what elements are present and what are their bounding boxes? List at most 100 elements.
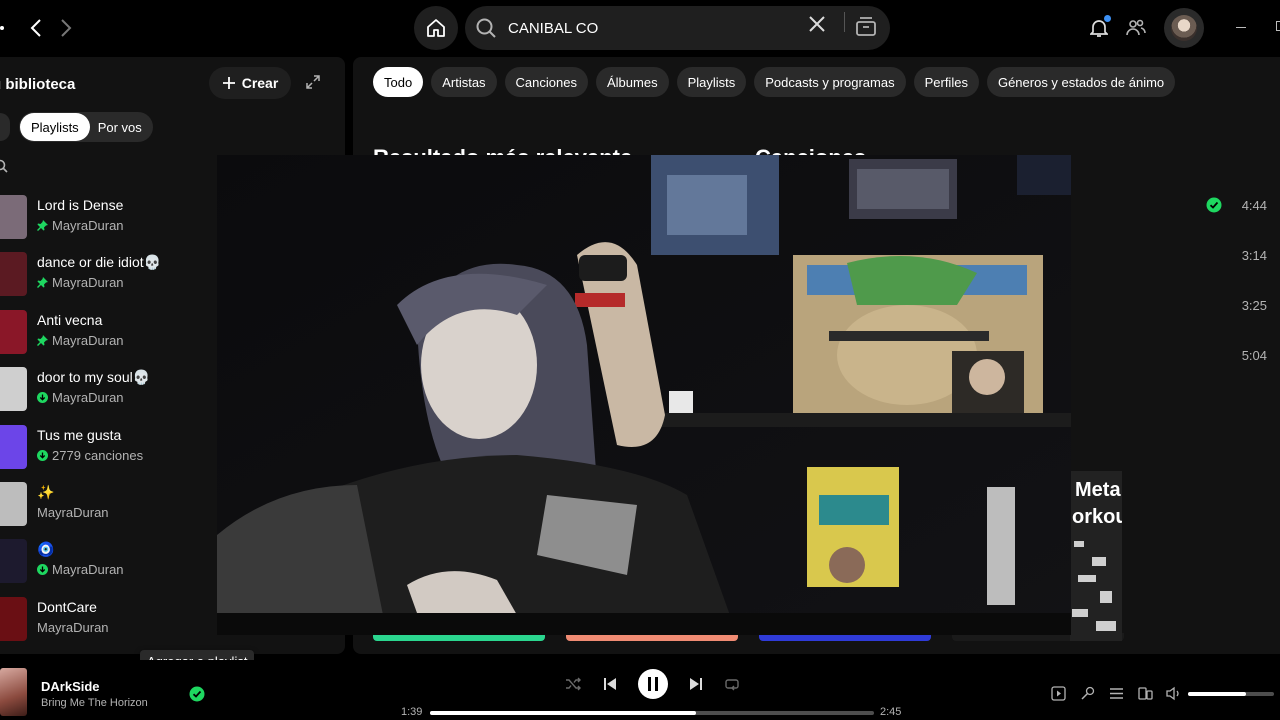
song-duration: 3:25 <box>1241 298 1267 313</box>
create-label: Crear <box>241 75 279 91</box>
playlist-cover <box>0 482 27 526</box>
home-button[interactable] <box>414 6 458 50</box>
song-duration: 4:44 <box>1241 198 1267 213</box>
library-item-name: DontCare <box>37 598 97 615</box>
notification-dot <box>1104 15 1111 22</box>
volume-icon[interactable] <box>1166 686 1182 706</box>
library-item-name: Lord is Dense <box>37 197 124 213</box>
top-bar <box>0 0 1280 56</box>
chevron-right-icon[interactable] <box>54 16 78 40</box>
playlist-card-title[interactable]: 00s Metal Classics <box>759 651 883 654</box>
search-filters: Todo Artistas Canciones Álbumes Playlists Pod… <box>373 67 1176 97</box>
library-item-name: Tus me gusta <box>37 426 122 443</box>
elapsed-time: 1:39 <box>401 706 423 718</box>
library-item-subtitle: MayraDuran <box>37 620 109 635</box>
expand-icon[interactable] <box>305 74 321 95</box>
friends-icon[interactable] <box>1126 18 1146 43</box>
library-item-owner: MayraDuran <box>52 218 124 233</box>
library-item-subtitle: MayraDuran <box>37 218 124 233</box>
filter-chip[interactable]: Podcasts y programas <box>754 67 906 97</box>
library-item-owner: MayraDuran <box>52 562 124 578</box>
close-icon[interactable] <box>808 15 826 38</box>
now-playing-title[interactable]: DArkSide <box>41 679 100 694</box>
downloaded-icon <box>37 564 48 576</box>
browse-icon[interactable] <box>855 16 877 43</box>
playlist-cover <box>0 252 27 297</box>
library-item-subtitle: MayraDuran <box>37 505 109 520</box>
create-button[interactable]: Crear <box>209 67 291 99</box>
pause-button[interactable] <box>638 669 668 699</box>
connect-device-icon[interactable] <box>1138 686 1153 706</box>
downloaded-icon <box>37 449 48 461</box>
library-item-name: 🧿 <box>37 541 55 558</box>
filter-chip[interactable]: Álbumes <box>595 67 669 97</box>
song-duration: 5:04 <box>1241 348 1267 363</box>
library-item-subtitle: MayraDuran <box>37 562 124 577</box>
search-bar[interactable] <box>465 6 890 50</box>
now-playing-bar: DArkSide Bring Me The Horizon 1:39 2:45 <box>0 660 1280 720</box>
volume-slider[interactable] <box>1188 692 1274 696</box>
avatar[interactable] <box>1164 8 1204 48</box>
chip-playlists[interactable]: Playlists <box>20 113 90 141</box>
song-duration: 3:14 <box>1241 248 1267 263</box>
shuffle-icon[interactable] <box>565 676 581 697</box>
home-icon <box>427 19 445 37</box>
library-item-owner: MayraDuran <box>52 332 124 348</box>
saved-check-icon[interactable] <box>1206 197 1222 218</box>
filter-chip[interactable]: Artistas <box>431 67 497 97</box>
playlist-card-title[interactable]: This Is Canibal Co <box>373 651 494 654</box>
library-title[interactable]: u biblioteca <box>0 76 75 93</box>
library-item-owner: MayraDuran <box>52 390 124 406</box>
filter-chip[interactable]: Todo <box>373 67 424 97</box>
next-icon[interactable] <box>688 676 704 697</box>
now-playing-artist[interactable]: Bring Me The Horizon <box>41 697 148 709</box>
playlist-cover <box>0 309 27 354</box>
library-item-owner: MayraDuran <box>37 619 109 635</box>
downloaded-icon <box>37 392 48 404</box>
library-item-owner: MayraDuran <box>52 275 124 291</box>
library-item-subtitle: MayraDuran <box>37 333 124 348</box>
search-icon <box>476 18 496 38</box>
playback-progress[interactable] <box>430 711 874 715</box>
now-playing-cover[interactable] <box>0 668 27 716</box>
search-divider <box>844 12 845 32</box>
library-item-name: ✨ <box>37 484 55 500</box>
playlist-cover <box>0 424 27 469</box>
library-search-icon[interactable] <box>0 159 8 178</box>
metal-workout-card[interactable]: Metal orkout <box>1070 471 1122 641</box>
filter-chip[interactable]: Playlists <box>676 67 747 97</box>
previous-icon[interactable] <box>602 676 618 697</box>
pinned-icon <box>37 334 48 346</box>
filter-chip[interactable]: Perfiles <box>913 67 979 97</box>
playlist-cover <box>0 596 27 641</box>
clear-filter-button[interactable] <box>0 113 10 141</box>
progress-fill <box>430 711 697 715</box>
chevron-left-icon[interactable] <box>24 16 48 40</box>
playlist-cover <box>0 195 27 239</box>
library-filter-chips: Playlists Por vos <box>19 112 153 142</box>
total-time: 2:45 <box>880 706 902 718</box>
chip-por-vos[interactable]: Por vos <box>90 120 153 135</box>
plus-icon <box>222 77 235 89</box>
pause-icon <box>648 677 658 691</box>
filter-chip[interactable]: Géneros y estados de ánimo <box>986 67 1176 97</box>
playlist-card-title[interactable]: Beast Mode Metal Workout <box>952 651 1131 654</box>
search-input[interactable] <box>508 18 788 38</box>
minimize-icon[interactable] <box>1236 27 1246 28</box>
webcam-overlay <box>217 155 1071 635</box>
queue-icon[interactable] <box>1109 686 1124 706</box>
library-item-owner: 2779 canciones <box>52 447 144 463</box>
playlist-cover <box>0 539 27 584</box>
library-item-subtitle: 2779 canciones <box>37 448 143 463</box>
filter-chip[interactable]: Canciones <box>504 67 588 97</box>
repeat-icon[interactable] <box>724 676 740 697</box>
playlist-cover <box>0 367 27 412</box>
maximize-icon[interactable] <box>1276 21 1280 31</box>
menu-dots-icon[interactable] <box>0 26 4 30</box>
library-item-name: door to my soul💀 <box>37 369 151 386</box>
saved-check-icon[interactable] <box>189 686 205 707</box>
microphone-icon[interactable] <box>1080 686 1095 706</box>
pinned-icon <box>37 220 48 231</box>
now-playing-view-icon[interactable] <box>1051 686 1066 706</box>
playlist-card-title[interactable]: Radio de Canibal Co <box>566 651 702 654</box>
